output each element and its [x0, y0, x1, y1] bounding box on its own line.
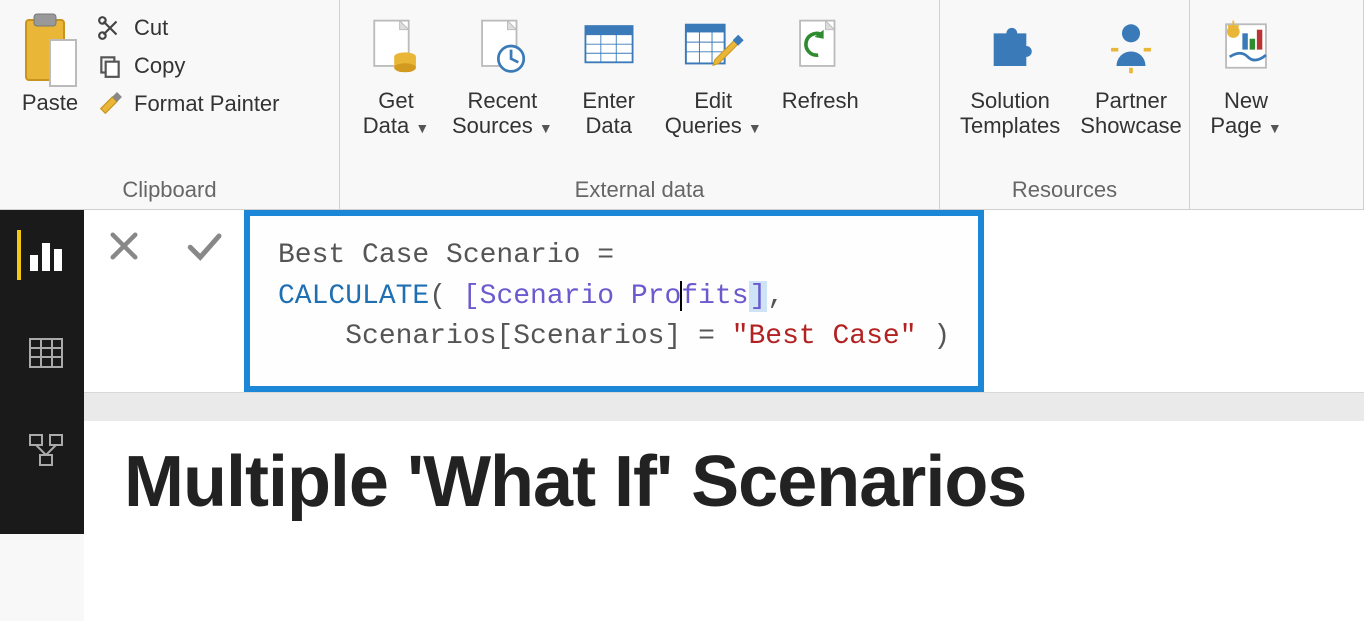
ribbon-group-external-data: Get Data ▼ Recent Sources ▼ — [340, 0, 940, 209]
report-title: Multiple 'What If' Scenarios — [124, 441, 1344, 523]
report-page[interactable]: Multiple 'What If' Scenarios — [84, 421, 1364, 621]
relationship-icon — [26, 431, 66, 471]
refresh-icon — [784, 10, 856, 82]
ribbon-group-right: New Page ▼ — [1190, 0, 1364, 209]
copy-icon — [96, 52, 124, 80]
refresh-button[interactable]: Refresh — [772, 6, 869, 113]
formula-editor[interactable]: Best Case Scenario = CALCULATE( [Scenari… — [244, 210, 984, 392]
solution-templates-label: Solution Templates — [960, 88, 1060, 139]
format-painter-button[interactable]: Format Painter — [96, 90, 280, 118]
paste-label: Paste — [22, 90, 78, 116]
chevron-down-icon: ▼ — [748, 120, 762, 136]
new-page-label: New Page ▼ — [1210, 88, 1281, 139]
nav-data-view[interactable] — [17, 328, 67, 378]
left-nav — [0, 210, 84, 534]
paintbrush-icon — [96, 90, 124, 118]
formula-line-1: Best Case Scenario = — [278, 236, 950, 277]
cut-button[interactable]: Cut — [96, 14, 280, 42]
get-data-button[interactable]: Get Data ▼ — [350, 6, 442, 139]
format-painter-label: Format Painter — [134, 91, 280, 117]
copy-label: Copy — [134, 53, 185, 79]
puzzle-icon — [974, 10, 1046, 82]
recent-sources-icon — [466, 10, 538, 82]
ribbon-group-resources: Solution Templates Partner Showcase Reso… — [940, 0, 1190, 209]
formula-commit-button[interactable] — [164, 210, 244, 282]
edit-queries-icon — [677, 10, 749, 82]
table-icon — [26, 333, 66, 373]
resources-group-label: Resources — [950, 171, 1179, 209]
partner-showcase-button[interactable]: Partner Showcase — [1070, 6, 1192, 139]
chevron-down-icon: ▼ — [415, 120, 429, 136]
cut-label: Cut — [134, 15, 168, 41]
external-data-group-label: External data — [350, 171, 929, 209]
formula-cancel-button[interactable] — [84, 210, 164, 282]
table-icon — [573, 10, 645, 82]
ribbon-group-clipboard: Paste Cut Copy — [0, 0, 340, 209]
enter-data-label: Enter Data — [582, 88, 635, 139]
chevron-down-icon: ▼ — [1268, 120, 1282, 136]
formula-line-2: CALCULATE( [Scenario Profits], — [278, 277, 950, 318]
ribbon: Paste Cut Copy — [0, 0, 1364, 210]
enter-data-button[interactable]: Enter Data — [563, 6, 655, 139]
copy-button[interactable]: Copy — [96, 52, 280, 80]
partner-showcase-label: Partner Showcase — [1080, 88, 1182, 139]
person-icon — [1095, 10, 1167, 82]
new-page-icon — [1210, 10, 1282, 82]
clipboard-icon — [20, 12, 80, 90]
nav-report-view[interactable] — [17, 230, 67, 280]
get-data-label: Get Data ▼ — [363, 88, 429, 139]
solution-templates-button[interactable]: Solution Templates — [950, 6, 1070, 139]
x-icon — [106, 228, 142, 264]
formula-bar: Best Case Scenario = CALCULATE( [Scenari… — [84, 210, 1364, 393]
get-data-icon — [360, 10, 432, 82]
bar-chart-icon — [26, 235, 66, 275]
edit-queries-label: Edit Queries ▼ — [665, 88, 762, 139]
chevron-down-icon: ▼ — [539, 120, 553, 136]
recent-sources-button[interactable]: Recent Sources ▼ — [442, 6, 563, 139]
recent-sources-label: Recent Sources ▼ — [452, 88, 553, 139]
formula-line-3: Scenarios[Scenarios] = "Best Case" ) — [278, 317, 950, 358]
check-icon — [184, 226, 224, 266]
clipboard-group-label: Clipboard — [10, 171, 329, 209]
paste-button[interactable]: Paste — [10, 6, 90, 116]
canvas-area: Best Case Scenario = CALCULATE( [Scenari… — [84, 210, 1364, 534]
nav-model-view[interactable] — [17, 426, 67, 476]
refresh-label: Refresh — [782, 88, 859, 113]
new-page-button[interactable]: New Page ▼ — [1200, 6, 1292, 139]
edit-queries-button[interactable]: Edit Queries ▼ — [655, 6, 772, 139]
scissors-icon — [96, 14, 124, 42]
